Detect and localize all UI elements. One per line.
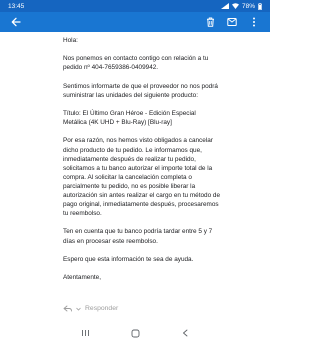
wifi-icon <box>231 3 239 9</box>
mark-unread-button[interactable] <box>225 15 239 29</box>
more-options-button[interactable] <box>247 15 261 29</box>
email-greeting: Hola: <box>63 37 78 44</box>
battery-icon <box>258 2 262 10</box>
signal-icon <box>220 3 229 9</box>
recent-apps-icon[interactable] <box>81 329 90 337</box>
reply-button[interactable]: Responder <box>63 305 118 312</box>
reply-icon <box>63 305 72 312</box>
email-paragraph: Por esa razón, nos hemos visto obligados… <box>63 137 221 218</box>
chevron-down-icon <box>76 307 81 311</box>
email-body: Hola: Nos ponemos en contacto contigo co… <box>63 36 221 291</box>
email-paragraph: Nos ponemos en contacto contigo con rela… <box>63 55 209 72</box>
status-time: 13:45 <box>8 2 25 10</box>
mark-unread-icon <box>227 18 237 26</box>
back-button[interactable] <box>9 15 23 29</box>
navigation-bar <box>0 326 270 340</box>
email-paragraph: Título: El Último Gran Héroe - Edición E… <box>63 110 196 127</box>
email-paragraph: Ten en cuenta que tu banco podría tardar… <box>63 228 213 245</box>
trash-icon <box>206 17 214 27</box>
email-paragraph: Espero que esta información te sea de ay… <box>63 255 194 263</box>
email-paragraph: Sentimos informarte de que el proveedor … <box>63 82 218 99</box>
arrow-left-icon <box>11 17 21 27</box>
status-indicators: 78% <box>220 2 262 10</box>
status-bar: 13:45 78% <box>0 0 270 12</box>
email-closing: Atentamente, <box>63 274 102 282</box>
delete-button[interactable] <box>203 15 217 29</box>
app-bar <box>0 12 270 32</box>
home-icon[interactable] <box>131 329 140 338</box>
battery-percent: 78% <box>241 2 255 10</box>
more-vertical-icon <box>253 17 255 27</box>
reply-label: Responder <box>85 305 119 312</box>
nav-back-icon[interactable] <box>181 329 190 337</box>
